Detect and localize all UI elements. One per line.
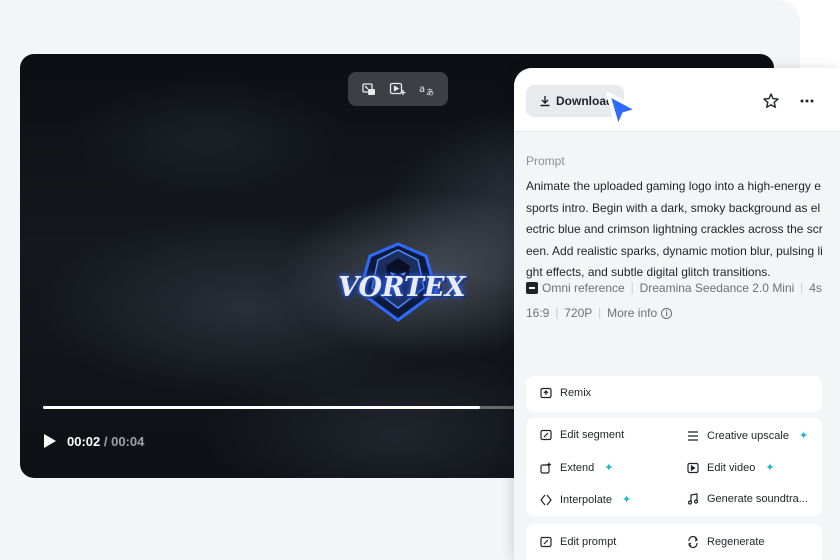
music-note-icon <box>687 493 699 505</box>
extend-button[interactable]: Extend ✦ <box>540 461 613 474</box>
generate-soundtrack-button[interactable]: Generate soundtra... <box>687 493 808 505</box>
more-info-link[interactable]: More info <box>607 306 657 320</box>
more-options-icon[interactable] <box>798 92 816 110</box>
video-toolbar: a あ <box>348 72 448 106</box>
sparkle-icon: ✦ <box>621 494 632 506</box>
edit-segment-button[interactable]: Edit segment <box>540 429 624 441</box>
video-progress-fill <box>43 406 480 409</box>
panel-header: Download <box>514 68 840 132</box>
meta-separator: | <box>555 307 559 319</box>
interpolate-icon <box>540 494 552 505</box>
regenerate-button[interactable]: Regenerate <box>687 536 765 548</box>
favorite-star-icon[interactable] <box>762 92 780 110</box>
prompt-text: Animate the uploaded gaming logo into a … <box>526 179 823 279</box>
interpolate-button[interactable]: Interpolate ✦ <box>540 493 631 506</box>
pointer-cursor-icon <box>600 88 644 138</box>
svg-text:あ: あ <box>426 88 434 97</box>
logo-text: VORTEX <box>338 272 466 303</box>
meta-ratio: 16:9 <box>526 306 550 320</box>
meta-resolution: 720P <box>564 306 593 320</box>
sparkle-icon: ✦ <box>798 430 809 442</box>
play-icon[interactable] <box>42 432 58 450</box>
edit-video-icon <box>687 462 699 473</box>
meta-model: Dreamina Seedance 2.0 Mini <box>639 281 795 295</box>
info-icon[interactable]: i <box>661 307 673 319</box>
video-time: 00:02 / 00:04 <box>67 434 144 449</box>
tools-card: Edit segment Creative upscale ✦ Extend ✦… <box>526 418 822 516</box>
extend-label: Extend <box>560 461 595 474</box>
prompt-label: Prompt <box>526 154 565 168</box>
upscale-icon <box>688 430 698 441</box>
video-magic-icon[interactable] <box>387 78 409 100</box>
generation-meta-row-2: 16:9 | 720P | More info i <box>526 306 673 320</box>
extend-icon <box>540 462 551 474</box>
remix-button[interactable]: Remix <box>540 387 591 399</box>
details-panel: Download Prompt Animate the uploaded gam… <box>514 68 840 560</box>
creative-upscale-label: Creative upscale <box>707 429 789 442</box>
svg-text:a: a <box>419 84 425 95</box>
edit-video-label: Edit video <box>707 461 756 474</box>
creative-upscale-button[interactable]: Creative upscale ✦ <box>687 429 808 442</box>
edit-card: Edit prompt Regenerate <box>526 524 822 560</box>
download-icon <box>540 96 550 107</box>
meta-separator: | <box>630 282 634 294</box>
edit-segment-icon <box>540 429 552 441</box>
remix-icon <box>540 387 552 399</box>
regenerate-label: Regenerate <box>707 536 765 548</box>
edit-prompt-icon <box>540 536 552 548</box>
edit-segment-label: Edit segment <box>560 429 625 441</box>
picture-in-picture-icon[interactable] <box>358 78 380 100</box>
meta-reference: Omni reference <box>542 281 625 295</box>
total-duration: / 00:04 <box>103 434 145 449</box>
edit-video-button[interactable]: Edit video ✦ <box>687 461 775 474</box>
edit-prompt-label: Edit prompt <box>560 536 617 548</box>
omni-reference-icon <box>526 282 538 294</box>
sparkle-icon: ✦ <box>604 462 614 474</box>
meta-separator: | <box>598 307 602 319</box>
translate-icon[interactable]: a あ <box>416 78 438 100</box>
interpolate-label: Interpolate <box>560 493 612 506</box>
generation-meta-row-1: Omni reference | Dreamina Seedance 2.0 M… <box>526 281 822 295</box>
sparkle-icon: ✦ <box>765 462 775 474</box>
video-progress-bar[interactable] <box>43 406 523 409</box>
meta-duration: 4s <box>809 281 822 295</box>
regenerate-icon <box>687 536 699 548</box>
remix-label: Remix <box>560 387 592 399</box>
edit-prompt-button[interactable]: Edit prompt <box>540 536 616 548</box>
vortex-logo: VORTEX <box>338 242 466 322</box>
generate-soundtrack-label: Generate soundtra... <box>707 493 808 505</box>
current-time: 00:02 <box>67 434 101 449</box>
remix-card: Remix <box>526 376 822 412</box>
meta-separator: | <box>800 282 804 294</box>
